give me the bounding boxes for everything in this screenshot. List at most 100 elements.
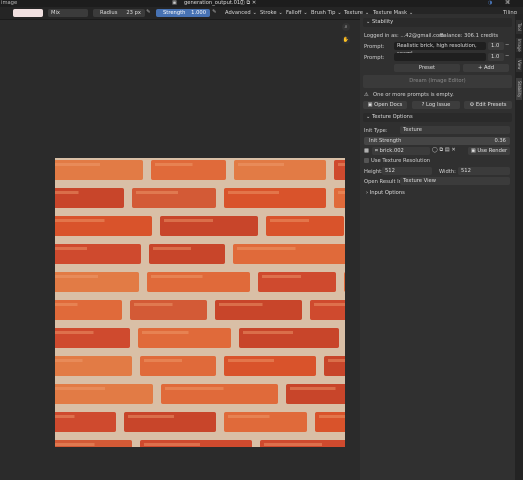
warning-text: One or more prompts is empty. (373, 92, 454, 98)
brick-highlight (228, 191, 279, 194)
preset-select[interactable]: Preset (394, 64, 460, 72)
open-result-select[interactable]: Texture View (400, 177, 510, 185)
brick-highlight (228, 359, 274, 362)
init-type-label: Init Type: (364, 128, 388, 134)
brick-highlight (55, 247, 87, 250)
menu-brush-tip[interactable]: Brush Tip (311, 9, 342, 17)
brick-highlight (55, 443, 95, 446)
prompt-input-2[interactable] (394, 53, 486, 61)
brick-highlight (338, 163, 345, 166)
image-icon: ▣ (172, 0, 177, 6)
init-type-select[interactable]: Texture (400, 126, 510, 134)
radius-field[interactable]: Radius 23 px (93, 9, 145, 17)
strength-value: 1.000 (191, 10, 206, 16)
brick-highlight (55, 415, 75, 418)
strength-pressure-icon[interactable]: ✎ (212, 9, 216, 15)
brick-highlight (314, 303, 345, 306)
texture-options-header[interactable]: ⌄ Texture Options (363, 113, 512, 122)
color-swatch[interactable] (13, 9, 43, 17)
menu-falloff[interactable]: Falloff (286, 9, 308, 17)
brick-highlight (128, 415, 174, 418)
radius-value: 23 px (126, 10, 141, 16)
tab-tool[interactable]: Tool (516, 20, 522, 34)
stability-panel: ⌄ Stability Logged in as: ...42@gmail.co… (360, 14, 515, 480)
add-label: Add (483, 65, 495, 71)
brick-highlight (262, 275, 301, 278)
brick-highlight (338, 191, 345, 194)
use-texture-resolution-label: Use Texture Resolution (371, 158, 431, 164)
open-docs-label: Open Docs (374, 102, 403, 108)
blend-mode-select[interactable]: Mix (48, 9, 88, 17)
height-label: Height: (364, 169, 383, 175)
editor-label: image (1, 0, 18, 6)
overlay-icon[interactable]: ◑ (488, 0, 493, 7)
hand-icon[interactable]: ✋ (342, 36, 350, 44)
prompt-input-1[interactable]: Realistic brick, high resolution, seaml.… (394, 42, 486, 57)
open-result-label: Open Result In: (364, 179, 404, 185)
use-texture-resolution-toggle[interactable]: Use Texture Resolution (364, 158, 430, 164)
brick-highlight (270, 219, 309, 222)
dream-button[interactable]: Dream (Image Editor) (363, 75, 512, 88)
brick-highlight (55, 387, 105, 390)
edit-presets-button[interactable]: ⚙ Edit Presets (464, 101, 512, 109)
image-browse-icons[interactable]: ▢ ⧉ ✕ (240, 0, 256, 7)
brick-highlight (243, 331, 293, 334)
input-options-header[interactable]: › Input Options (363, 189, 512, 198)
brick-highlight (55, 275, 98, 278)
menu-stroke[interactable]: Stroke (260, 9, 283, 17)
brick-highlight (290, 387, 336, 390)
balance-text: Balance: 306.1 credits (440, 33, 499, 39)
image-name[interactable]: generation_output.010 (184, 0, 243, 7)
remove-prompt-2-icon[interactable]: − (505, 53, 509, 59)
width-select[interactable]: 512 (458, 167, 510, 175)
brick-highlight (319, 415, 345, 418)
add-prompt-button[interactable]: + Add (463, 64, 509, 72)
texture-name-field[interactable]: ⌗ brick.002 (372, 147, 430, 155)
prompt-label-2: Prompt: (364, 55, 385, 61)
stability-header[interactable]: ⌄ Stability (363, 18, 512, 27)
brick-highlight (155, 163, 193, 166)
brick-highlight (55, 359, 83, 362)
texture-preview-icon[interactable]: ▩ (364, 148, 369, 154)
radius-label: Radius (100, 10, 118, 16)
brick-highlight (164, 219, 213, 222)
brick-highlight (55, 191, 79, 194)
log-issue-label: Log Issue (426, 102, 451, 108)
preset-label: Preset (418, 65, 436, 71)
prompt-label-1: Prompt: (364, 44, 385, 50)
prompt-weight-1[interactable]: 1.0 (488, 42, 504, 50)
brick (344, 272, 345, 292)
pen-pressure-icon[interactable]: ✎ (146, 9, 150, 15)
log-issue-button[interactable]: ? Log Issue (412, 101, 460, 109)
init-strength-value: 0.36 (494, 138, 506, 144)
texture-options-title: Texture Options (372, 114, 413, 120)
brick-highlight (136, 191, 178, 194)
open-docs-button[interactable]: ▣ Open Docs (363, 101, 407, 109)
height-select[interactable]: 512 (382, 167, 432, 175)
tab-stability[interactable]: Stability (516, 78, 522, 100)
logged-in-text: Logged in as: ...42@gmail.com (364, 33, 445, 39)
strength-field[interactable]: Strength 1.000 (156, 9, 210, 17)
init-strength-slider[interactable]: Init Strength 0.36 (364, 137, 510, 145)
tab-view[interactable]: View (516, 58, 522, 72)
stability-title: Stability (372, 19, 394, 25)
generated-brick-image (55, 158, 345, 447)
texture-actions-icons[interactable]: ◯ ⧉ ▤ ✕ (432, 147, 456, 154)
prompt-weight-2[interactable]: 1.0 (488, 53, 504, 61)
checkbox-icon[interactable] (364, 158, 369, 163)
brick-highlight (134, 303, 173, 306)
strength-label: Strength (163, 10, 186, 16)
remove-prompt-1-icon[interactable]: − (505, 42, 509, 48)
brick-highlight (328, 359, 345, 362)
brick-highlight (165, 387, 224, 390)
use-render-label: Use Render (477, 148, 508, 154)
brick-highlight (228, 415, 270, 418)
tab-image[interactable]: Image (516, 38, 522, 52)
menu-advanced[interactable]: Advanced (225, 9, 257, 17)
zoom-icon[interactable]: ⌕ (342, 23, 350, 31)
edit-presets-label: Edit Presets (475, 102, 507, 108)
gizmo-icon[interactable]: ⌘ (505, 0, 510, 7)
blend-mode-value: Mix (51, 10, 60, 16)
use-render-button[interactable]: ▣ Use Render (468, 147, 510, 155)
sidebar-tabs: Tool Image View Stability (515, 14, 523, 480)
